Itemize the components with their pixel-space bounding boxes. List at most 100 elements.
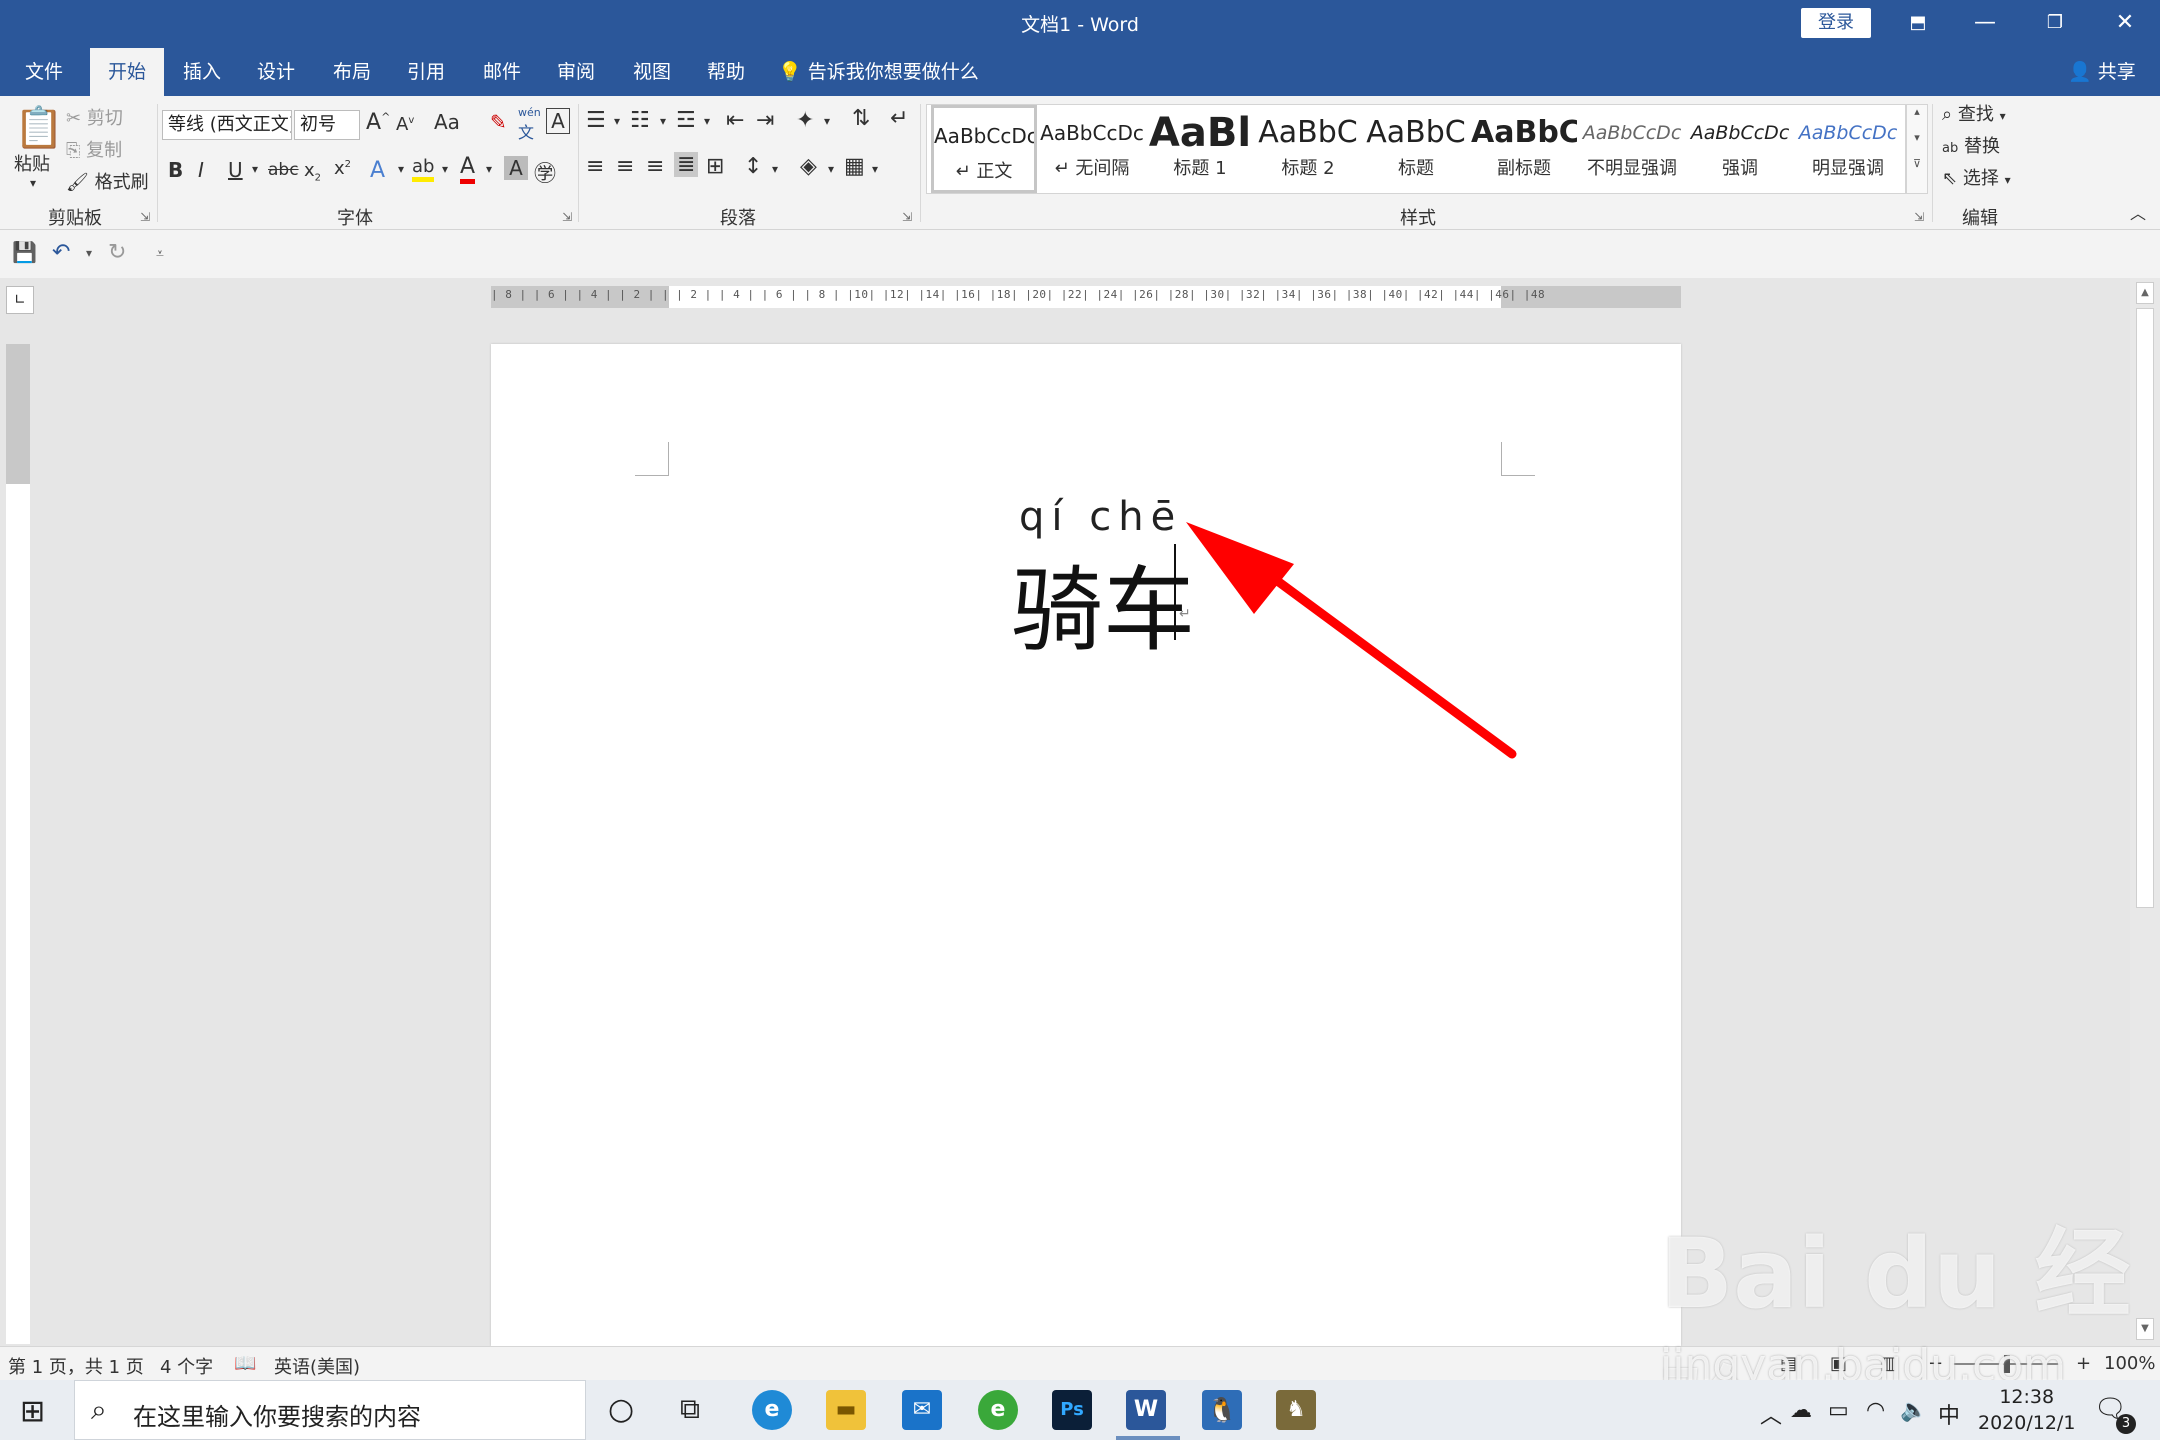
highlight-dropdown-icon[interactable]: ▾ [442, 162, 448, 176]
multilevel-list-icon[interactable]: ☲ [676, 108, 696, 133]
qq-icon[interactable]: 🐧 [1202, 1390, 1242, 1430]
styles-scroll[interactable]: ▴ ▾ ⊽ [1906, 104, 1928, 194]
tab-home[interactable]: 开始 [90, 48, 164, 96]
tab-insert[interactable]: 插入 [172, 48, 232, 96]
bullets-icon[interactable]: ☰ [586, 108, 606, 133]
clear-formatting-icon[interactable]: ✎ [490, 110, 507, 134]
style-intense-emphasis[interactable]: AaBbCcDc 明显强调 [1795, 105, 1901, 193]
text-effects-icon[interactable]: A [370, 158, 385, 183]
borders-icon[interactable]: ▦ [844, 154, 865, 179]
shading-dropdown-icon[interactable]: ▾ [828, 162, 834, 176]
numbering-dropdown-icon[interactable]: ▾ [660, 114, 666, 128]
tab-file[interactable]: 文件 [14, 48, 74, 96]
underline-dropdown-icon[interactable]: ▾ [252, 162, 258, 176]
sort-icon[interactable]: ⇅ [852, 106, 870, 131]
style-normal[interactable]: AaBbCcDc ↵ 正文 [931, 105, 1037, 193]
style-heading-2[interactable]: AaBbC 标题 2 [1255, 105, 1361, 193]
select-button[interactable]: ⇖ 选择 ▾ [1942, 164, 2011, 190]
scroll-up-icon[interactable]: ▲ [2136, 282, 2154, 304]
tab-references[interactable]: 引用 [396, 48, 456, 96]
customize-qat-icon[interactable]: ⩡ [156, 246, 164, 262]
tell-me-search[interactable]: 💡 告诉我你想要做什么 [778, 48, 979, 96]
tab-mailings[interactable]: 邮件 [472, 48, 532, 96]
ribbon-display-icon[interactable]: ⬒ [1885, 0, 1951, 48]
bold-icon[interactable]: B [168, 158, 183, 182]
justify-icon[interactable]: ≣ [674, 152, 699, 177]
proofing-icon[interactable]: 📖 [234, 1353, 256, 1374]
word-icon[interactable]: W [1126, 1390, 1166, 1430]
clipboard-launcher-icon[interactable]: ⇲ [140, 210, 150, 224]
tab-layout[interactable]: 布局 [322, 48, 382, 96]
task-view-icon[interactable]: ⧉ [680, 1392, 700, 1426]
collapse-ribbon-icon[interactable]: ︿ [2130, 200, 2146, 224]
show-marks-icon[interactable]: ↵ [890, 106, 908, 131]
onedrive-icon[interactable]: ☁ [1790, 1398, 1812, 1423]
italic-icon[interactable]: I [198, 158, 204, 182]
superscript-icon[interactable]: x2 [334, 158, 351, 179]
tray-overflow-icon[interactable]: ︿ [1760, 1398, 1782, 1430]
login-button[interactable]: 登录 [1801, 8, 1871, 38]
font-launcher-icon[interactable]: ⇲ [562, 210, 572, 224]
underline-icon[interactable]: U [228, 158, 243, 182]
redo-icon[interactable]: ↻ [108, 240, 126, 265]
increase-indent-icon[interactable]: ⇥ [756, 108, 774, 133]
word-count[interactable]: 4 个字 [160, 1353, 213, 1379]
paste-button[interactable]: 粘贴 [14, 150, 50, 176]
style-title[interactable]: AaBbC 标题 [1363, 105, 1469, 193]
minimize-button[interactable]: — [1952, 0, 2018, 48]
undo-dropdown-icon[interactable]: ▾ [86, 246, 92, 260]
align-center-icon[interactable]: ≡ [616, 154, 634, 179]
align-left-icon[interactable]: ≡ [586, 154, 604, 179]
font-color-dropdown-icon[interactable]: ▾ [486, 162, 492, 176]
file-explorer-icon[interactable]: ▬ [826, 1390, 866, 1430]
phonetic-guide-icon[interactable]: wén 文 [518, 106, 541, 143]
copy-button[interactable]: ⎘ 复制 [66, 136, 122, 162]
style-emphasis[interactable]: AaBbCcDc 强调 [1687, 105, 1793, 193]
scroll-thumb[interactable] [2136, 308, 2154, 908]
shading-icon[interactable]: ◈ [800, 154, 817, 179]
restore-button[interactable]: ❐ [2022, 0, 2088, 48]
borders-dropdown-icon[interactable]: ▾ [872, 162, 878, 176]
align-right-icon[interactable]: ≡ [646, 154, 664, 179]
paste-icon[interactable]: 📋 [14, 104, 64, 151]
clock[interactable]: 12:38 2020/12/1 [1978, 1384, 2075, 1436]
tab-review[interactable]: 审阅 [546, 48, 606, 96]
change-case-button[interactable]: Aa [434, 110, 460, 134]
distributed-icon[interactable]: ⊞ [706, 154, 724, 179]
volume-icon[interactable]: 🔈 [1900, 1398, 1927, 1423]
wifi-icon[interactable]: ◠ [1866, 1398, 1885, 1423]
line-spacing-dropdown-icon[interactable]: ▾ [772, 162, 778, 176]
save-icon[interactable]: 💾 [12, 240, 37, 264]
style-subtle-emphasis[interactable]: AaBbCcDc 不明显强调 [1579, 105, 1685, 193]
battery-icon[interactable]: ▭ [1828, 1398, 1849, 1423]
vertical-scrollbar[interactable]: ▲ ▼ [2130, 278, 2160, 1346]
strikethrough-icon[interactable]: abc [268, 160, 299, 180]
style-heading-1[interactable]: AaBl 标题 1 [1147, 105, 1253, 193]
cut-button[interactable]: ✂ 剪切 [66, 104, 123, 130]
highlight-icon[interactable]: ab [412, 156, 435, 182]
paragraph-launcher-icon[interactable]: ⇲ [902, 210, 912, 224]
style-subtitle[interactable]: AaBbC 副标题 [1471, 105, 1577, 193]
language-indicator[interactable]: 英语(美国) [274, 1353, 360, 1379]
grow-font-icon[interactable]: A^ [366, 110, 390, 135]
character-border-icon[interactable]: A [546, 108, 570, 134]
photoshop-icon[interactable]: Ps [1052, 1390, 1092, 1430]
shrink-font-icon[interactable]: Av [396, 114, 414, 135]
undo-icon[interactable]: ↶ [52, 240, 70, 265]
multilevel-dropdown-icon[interactable]: ▾ [704, 114, 710, 128]
windows-start-icon[interactable]: ⊞ [20, 1394, 45, 1429]
chinese-layout-dropdown-icon[interactable]: ▾ [824, 114, 830, 128]
line-spacing-icon[interactable]: ↕ [744, 154, 762, 179]
font-color-icon[interactable]: A [460, 154, 476, 184]
numbering-icon[interactable]: ☷ [630, 108, 650, 133]
page-count[interactable]: 第 1 页，共 1 页 [8, 1353, 144, 1379]
game-icon[interactable]: ♞ [1276, 1390, 1316, 1430]
chinese-layout-icon[interactable]: ✦ [796, 108, 814, 133]
mail-icon[interactable]: ✉ [902, 1390, 942, 1430]
replace-button[interactable]: ab 替换 [1942, 132, 2000, 158]
character-shading-icon[interactable]: A [504, 156, 528, 180]
decrease-indent-icon[interactable]: ⇤ [726, 108, 744, 133]
styles-launcher-icon[interactable]: ⇲ [1914, 210, 1924, 224]
format-painter-button[interactable]: 🖌 格式刷 [66, 168, 149, 194]
ie-browser-icon[interactable]: e [978, 1390, 1018, 1430]
